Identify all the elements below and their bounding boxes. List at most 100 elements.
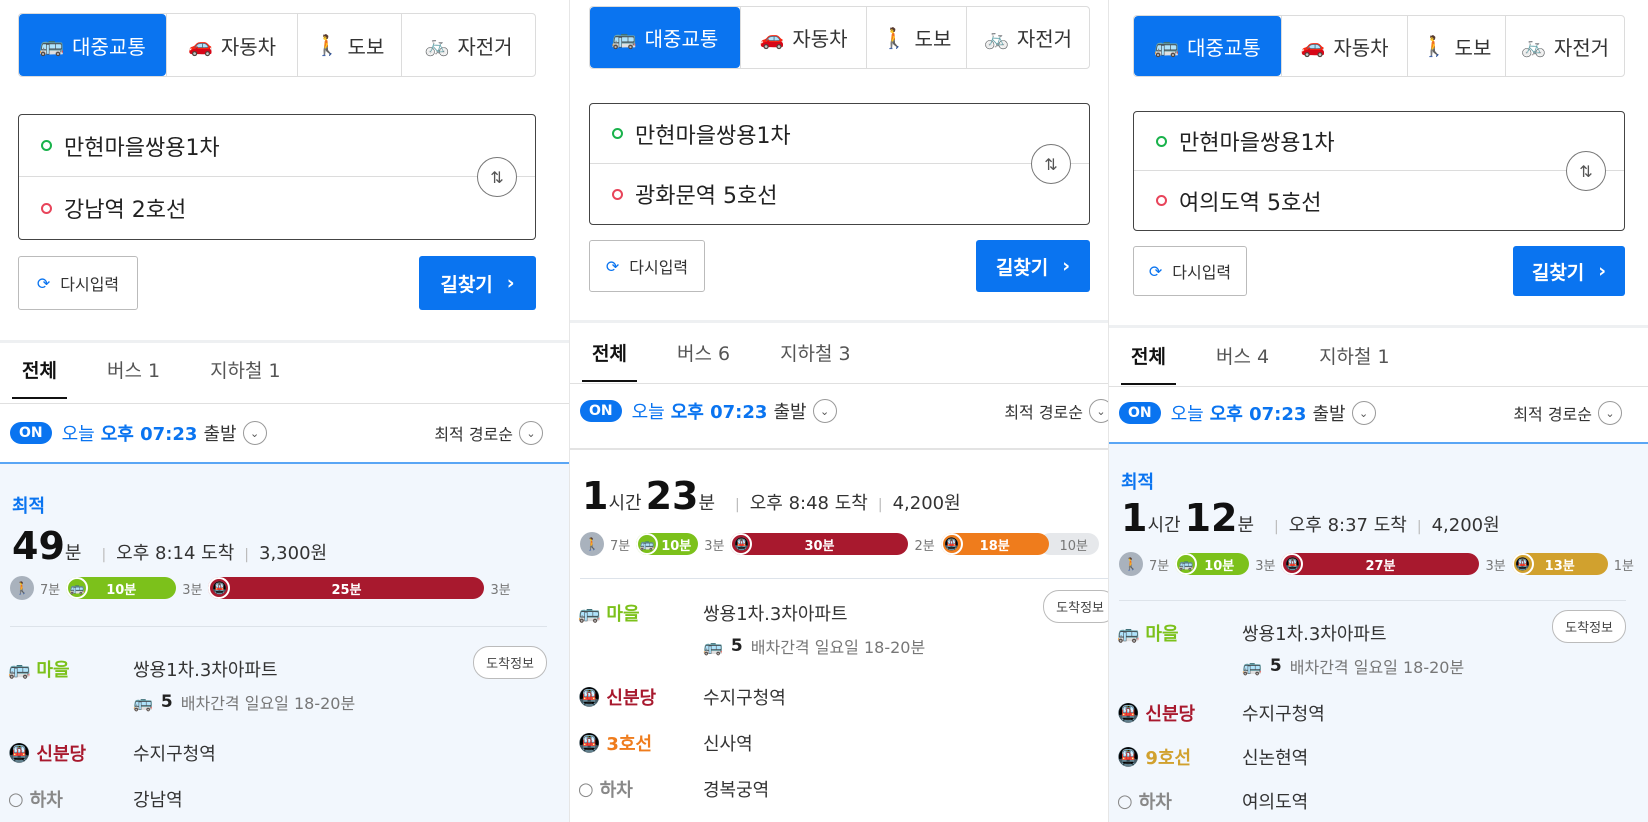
- origin-field[interactable]: 만현마을쌍용1차: [1134, 112, 1624, 171]
- time-value[interactable]: 오후 07:23: [1210, 400, 1307, 426]
- tab-car[interactable]: 🚗 자동차: [166, 14, 297, 76]
- tab-subway[interactable]: 지하철 1: [1309, 342, 1400, 385]
- destination-text: 광화문역 5호선: [635, 184, 778, 209]
- time-suffix: 출발: [773, 402, 807, 423]
- sort-select[interactable]: 최적 경로순 ⌄: [1513, 401, 1622, 425]
- tab-bike-label: 자전거: [1016, 27, 1073, 51]
- tab-walk[interactable]: 🚶 도보: [297, 14, 401, 76]
- time-value[interactable]: 오후 07:23: [101, 420, 198, 446]
- tab-walk[interactable]: 🚶 도보: [1407, 16, 1505, 76]
- filter-tabs: 전체 버스 1 지하철 1: [12, 356, 291, 399]
- subway-segment: 🚇 27분: [1281, 553, 1480, 575]
- chevron-down-icon[interactable]: ⌄: [1351, 401, 1376, 425]
- step-label-text: 3호선: [606, 734, 653, 755]
- tab-car[interactable]: 🚗 자동차: [740, 7, 866, 68]
- destination-field[interactable]: 강남역 2호선: [19, 177, 465, 239]
- on-badge[interactable]: ON: [10, 422, 52, 444]
- swap-icon: ⇅: [1044, 154, 1058, 174]
- reset-button[interactable]: ⟳ 다시입력: [18, 256, 138, 310]
- reset-button[interactable]: ⟳ 다시입력: [589, 240, 705, 292]
- tab-bus[interactable]: 버스 6: [667, 339, 740, 382]
- tab-transit[interactable]: 🚌 대중교통: [19, 14, 166, 76]
- bus-icon: 🚌: [39, 33, 65, 57]
- tab-bus[interactable]: 버스 1: [97, 356, 170, 399]
- search-button[interactable]: 길찾기 ›: [1513, 246, 1625, 296]
- arrival-info-button[interactable]: 도착정보: [1552, 610, 1626, 643]
- alight-dot-icon: ○: [578, 778, 594, 800]
- destination-text: 여의도역 5호선: [1179, 190, 1322, 216]
- subway-time: 27분: [1365, 558, 1396, 574]
- subway-icon: 🚇: [8, 742, 31, 764]
- arrow-right-icon: ›: [1598, 260, 1607, 282]
- step-line9: 🚇 9호선 신논현역: [1117, 744, 1626, 770]
- tab-all[interactable]: 전체: [1121, 342, 1176, 385]
- chevron-down-icon[interactable]: ⌄: [812, 399, 837, 423]
- step-label: 🚇 신분당: [8, 740, 133, 766]
- step-label-text: 하차: [1138, 792, 1172, 813]
- tab-bike[interactable]: 🚲 자전거: [401, 14, 535, 76]
- on-badge[interactable]: ON: [580, 400, 622, 422]
- tab-walk[interactable]: 🚶 도보: [866, 7, 966, 68]
- reset-button[interactable]: ⟳ 다시입력: [1133, 246, 1247, 296]
- subway-icon: 🚇: [208, 577, 231, 599]
- transfer-time: 3분: [1255, 558, 1276, 574]
- sort-select[interactable]: 최적 경로순 ⌄: [1004, 399, 1113, 423]
- chevron-down-icon[interactable]: ⌄: [242, 421, 267, 445]
- step-label-text: 9호선: [1145, 748, 1192, 769]
- reset-label: 다시입력: [629, 258, 689, 277]
- tab-all[interactable]: 전체: [12, 356, 67, 399]
- walk-icon: 🚶: [580, 532, 604, 556]
- origin-text: 만현마을쌍용1차: [635, 123, 791, 149]
- tab-transit-label: 대중교통: [1187, 35, 1261, 60]
- fare: 4,200원: [1431, 515, 1500, 536]
- departure-time-row: ON 오늘 오후 07:23 출발 ⌄ 최적 경로순 ⌄: [10, 418, 543, 448]
- swap-icon: ⇅: [1579, 161, 1593, 181]
- swap-button[interactable]: ⇅: [1566, 151, 1606, 191]
- arrival-info-button[interactable]: 도착정보: [473, 646, 547, 679]
- tab-transit[interactable]: 🚌 대중교통: [590, 7, 740, 68]
- step-label: 🚇 신분당: [578, 684, 703, 710]
- on-badge[interactable]: ON: [1119, 402, 1161, 424]
- search-button[interactable]: 길찾기 ›: [976, 240, 1090, 292]
- walk-time: 7분: [610, 538, 631, 554]
- time-value[interactable]: 오후 07:23: [671, 398, 768, 424]
- arrival-info-button[interactable]: 도착정보: [1043, 590, 1117, 623]
- search-label: 길찾기: [440, 273, 493, 296]
- bus-number: 5: [730, 636, 743, 656]
- route-result-card[interactable]: 1 시간 23 분 | 오후 8:48 도착 | 4,200원 🚶 7분 🚌 1…: [570, 448, 1139, 822]
- step-label-text: 하차: [599, 780, 633, 801]
- walk-time: 7분: [40, 582, 61, 598]
- tab-bike[interactable]: 🚲 자전거: [966, 7, 1089, 68]
- stop-name: 쌍용1차.3차아파트: [133, 660, 278, 681]
- tab-subway[interactable]: 지하철 1: [200, 356, 291, 399]
- sort-select[interactable]: 최적 경로순 ⌄: [434, 421, 543, 445]
- swap-button[interactable]: ⇅: [1031, 144, 1071, 184]
- destination-field[interactable]: 여의도역 5호선: [1134, 171, 1554, 230]
- arrow-right-icon: ›: [506, 272, 515, 294]
- step-line3: 🚇 3호선 신사역: [578, 730, 1117, 756]
- bus-info: 🚌 5 배차간격 일요일 18-20분: [1242, 654, 1464, 678]
- chevron-down-icon: ⌄: [1598, 401, 1622, 425]
- subway-icon: 🚇: [1281, 553, 1304, 575]
- origin-field[interactable]: 만현마을쌍용1차: [590, 104, 1089, 164]
- step-label: 🚇 신분당: [1117, 700, 1242, 726]
- origin-field[interactable]: 만현마을쌍용1차: [19, 115, 535, 177]
- tab-car[interactable]: 🚗 자동차: [1281, 16, 1407, 76]
- bike-icon: 🚲: [424, 33, 450, 57]
- tab-bike[interactable]: 🚲 자전거: [1505, 16, 1624, 76]
- route-result-card[interactable]: 최적 1 시간 12 분 | 오후 8:37 도착 | 4,200원 🚶 7분 …: [1109, 442, 1648, 822]
- step-label-text: 마을: [1145, 624, 1179, 645]
- tab-subway[interactable]: 지하철 3: [770, 339, 861, 382]
- destination-field[interactable]: 광화문역 5호선: [590, 164, 1019, 224]
- search-button[interactable]: 길찾기 ›: [419, 256, 536, 310]
- step-label: 🚇 3호선: [578, 730, 703, 756]
- tab-bus[interactable]: 버스 4: [1206, 342, 1279, 385]
- tab-all[interactable]: 전체: [582, 339, 637, 382]
- step-sinbundang: 🚇 신분당 수지구청역: [578, 684, 1117, 710]
- arrival-time: 오후 8:14 도착: [116, 543, 235, 564]
- tab-transit[interactable]: 🚌 대중교통: [1134, 16, 1281, 76]
- route-result-card[interactable]: 최적 49 분 | 오후 8:14 도착 | 3,300원 🚶 7분 🚌 10분…: [0, 462, 569, 822]
- swap-button[interactable]: ⇅: [477, 157, 517, 197]
- divider: [1119, 600, 1626, 601]
- bus-icon: 🚌: [1175, 553, 1198, 575]
